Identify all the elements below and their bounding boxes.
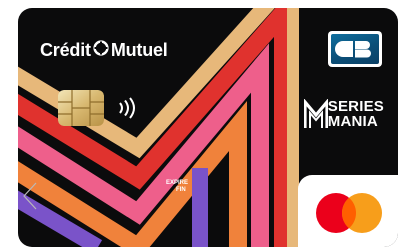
series-line: SERIES	[327, 98, 384, 115]
bank-logo: Crédit Mutuel	[40, 40, 168, 61]
mastercard-circles-icon	[316, 193, 382, 233]
bank-name-left: Crédit	[40, 40, 91, 60]
bank-card: Crédit Mutuel CB	[18, 8, 398, 247]
contactless-icon	[119, 97, 135, 119]
bank-mark-icon	[92, 40, 110, 61]
series-mania-m-icon	[303, 99, 328, 128]
cb-logo-icon: CB	[335, 41, 371, 58]
expiry-line-2: FIN	[176, 187, 186, 193]
series-mania-logo: SERIES MANIA	[303, 98, 384, 130]
mania-line: MANIA	[327, 113, 378, 130]
expiry-label: EXPIRE FIN	[166, 180, 188, 194]
bank-name-right: Mutuel	[110, 40, 168, 60]
mastercard-logo	[298, 175, 398, 247]
cb-logo: CB	[328, 31, 382, 67]
chip-icon	[58, 90, 104, 126]
expiry-line-1: EXPIRE	[166, 180, 189, 186]
